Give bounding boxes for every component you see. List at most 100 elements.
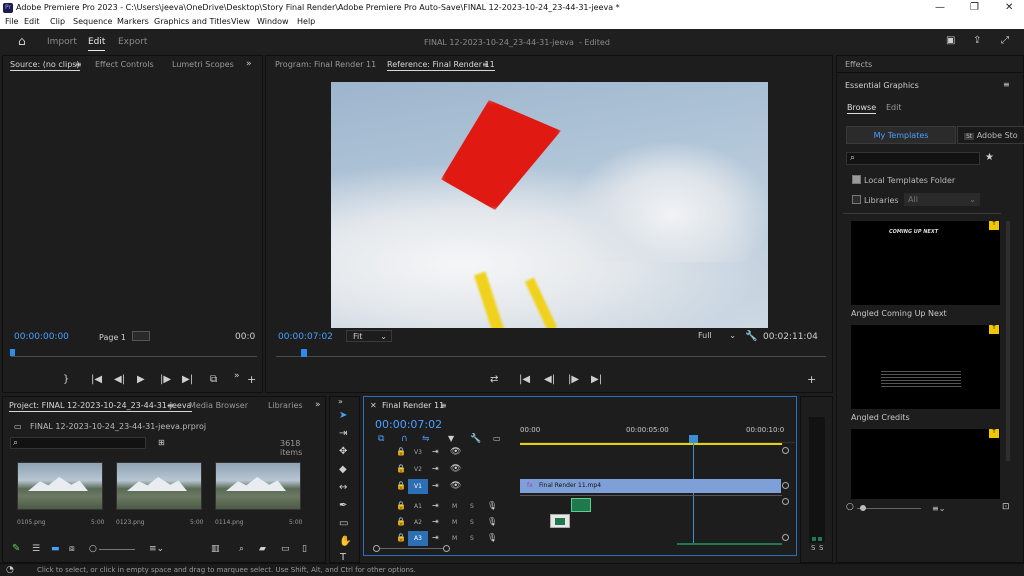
audio-clip-bar[interactable] <box>677 543 782 545</box>
clip-thumbnail[interactable] <box>116 462 202 510</box>
workspace-icon[interactable]: ▣ <box>946 36 955 46</box>
sync-lock-icon[interactable]: ⇥ <box>432 501 439 511</box>
insert-icon[interactable]: ⧉ <box>210 375 217 385</box>
zoom-slider[interactable] <box>99 549 135 550</box>
lock-icon[interactable]: 🔒 <box>396 533 406 543</box>
tab-source[interactable]: Source: (no clips) <box>10 60 80 71</box>
template-thumb-third[interactable] <box>851 429 1000 499</box>
minimize-icon[interactable]: — <box>935 2 945 13</box>
mute-button[interactable]: M <box>452 503 457 510</box>
trim-icon[interactable]: ⇄ <box>490 375 498 385</box>
menu-edit[interactable]: Edit <box>24 17 40 26</box>
home-icon[interactable]: ⌂ <box>18 35 26 47</box>
step-back-icon[interactable]: ◀| <box>114 375 125 385</box>
timeline-playhead[interactable] <box>689 435 698 443</box>
new-item-icon[interactable]: ▭ <box>281 544 290 554</box>
selection-tool-icon[interactable]: ➤ <box>339 411 347 421</box>
tab-reference[interactable]: Reference: Final Render 11 <box>387 60 495 71</box>
eye-icon[interactable]: 👁 <box>450 464 461 474</box>
icon-view-icon[interactable]: ▬ <box>51 544 60 554</box>
favorite-star-icon[interactable]: ★ <box>985 153 994 163</box>
template-thumb-coming-up-next[interactable]: COMING UP NEXT <box>851 221 1000 305</box>
lock-icon[interactable]: 🔒 <box>396 517 406 527</box>
tab-browse[interactable]: Browse <box>847 103 877 114</box>
sync-lock-icon[interactable]: ⇥ <box>432 447 439 457</box>
track-scroll-handle[interactable] <box>782 482 789 489</box>
fullscreen-icon[interactable]: ⤢ <box>1001 36 1009 46</box>
project-search-input[interactable] <box>10 437 146 449</box>
tab-project[interactable]: Project: FINAL 12-2023-10-24_23-44-31-je… <box>9 401 192 412</box>
panel-menu-icon[interactable]: ≡ <box>440 401 447 411</box>
drag-clip-ghost-2[interactable] <box>550 514 570 528</box>
automate-icon[interactable]: ▥ <box>211 544 220 554</box>
lock-icon[interactable]: 🔒 <box>396 464 406 474</box>
clip-thumbnail[interactable] <box>17 462 103 510</box>
zoom-out-icon[interactable]: ○ <box>846 502 854 512</box>
add-button-icon[interactable]: + <box>247 374 256 385</box>
add-marker-icon[interactable]: ▼ <box>448 434 454 444</box>
pen-icon[interactable]: ✒ <box>339 501 347 511</box>
mic-icon[interactable]: 🎙 <box>487 517 497 527</box>
timeline-settings-icon[interactable]: 🔧 <box>470 434 481 444</box>
mark-out-icon[interactable]: } <box>63 375 69 385</box>
zoom-scroll-handle[interactable] <box>373 545 380 552</box>
menu-view[interactable]: View <box>231 17 250 26</box>
tab-media-browser[interactable]: Media Browser <box>189 401 248 410</box>
captions-icon[interactable]: ▭ <box>493 434 501 444</box>
solo-button[interactable]: S <box>470 503 474 510</box>
pencil-icon[interactable]: ✎ <box>12 544 20 554</box>
track-select-icon[interactable]: ⇥ <box>339 429 347 439</box>
panel-menu-icon[interactable]: ≡ <box>75 60 82 70</box>
slip-tool-icon[interactable]: ↔ <box>339 483 347 493</box>
sync-lock-icon[interactable]: ⇥ <box>432 517 439 527</box>
lock-icon[interactable]: 🔒 <box>396 501 406 511</box>
menu-sequence[interactable]: Sequence <box>73 17 112 26</box>
sort-icon[interactable]: ≡⌄ <box>149 544 164 554</box>
new-bin-icon[interactable]: ⊞ <box>158 438 165 448</box>
type-tool-icon[interactable]: T <box>340 553 346 563</box>
program-playhead[interactable] <box>301 349 307 357</box>
menu-file[interactable]: File <box>5 17 18 26</box>
ripple-edit-icon[interactable]: ✥ <box>339 447 347 457</box>
tab-effects[interactable]: Effects <box>845 60 872 69</box>
menu-markers[interactable]: Markers <box>117 17 149 26</box>
sync-lock-icon[interactable]: ⇥ <box>432 464 439 474</box>
tab-libraries[interactable]: Libraries <box>268 401 303 410</box>
source-timecode[interactable]: 00:00:00:00 <box>14 332 69 342</box>
menu-window[interactable]: Window <box>257 17 289 26</box>
step-back-icon[interactable]: ◀| <box>544 375 555 385</box>
sync-lock-icon[interactable]: ⇥ <box>432 533 439 543</box>
sort-icon[interactable]: ≡⌄ <box>932 504 945 514</box>
menu-help[interactable]: Help <box>297 17 315 26</box>
snap-icon[interactable]: ∩ <box>401 434 408 444</box>
drag-clip-ghost[interactable] <box>571 498 591 512</box>
video-clip[interactable]: fx Final Render 11.mp4 <box>520 479 781 493</box>
lock-icon[interactable]: 🔒 <box>396 447 406 457</box>
tab-edit[interactable]: Edit <box>886 103 902 112</box>
mode-edit[interactable]: Edit <box>88 37 105 47</box>
close-icon[interactable]: ✕ <box>1005 2 1013 13</box>
share-icon[interactable]: ⇪ <box>973 36 981 46</box>
video-frame[interactable] <box>331 82 768 328</box>
new-template-icon[interactable]: ⊡ <box>1002 502 1010 512</box>
libraries-checkbox[interactable] <box>852 195 861 204</box>
step-forward-icon[interactable]: |▶ <box>568 375 579 385</box>
mic-icon[interactable]: 🎙 <box>487 501 497 511</box>
program-timecode[interactable]: 00:00:07:02 <box>278 332 333 342</box>
source-page[interactable]: Page 1 <box>99 333 126 342</box>
playback-quality-select[interactable]: Full ⌄ <box>694 330 738 342</box>
source-page-stepper[interactable] <box>132 331 150 341</box>
panel-menu-icon[interactable]: ≡ <box>167 401 174 411</box>
mute-button[interactable]: M <box>452 535 457 542</box>
go-to-out-icon[interactable]: ▶| <box>591 375 602 385</box>
mode-import[interactable]: Import <box>47 37 77 47</box>
tab-program[interactable]: Program: Final Render 11 <box>275 60 376 69</box>
libraries-select[interactable]: All ⌄ <box>904 193 980 206</box>
template-thumb-angled-credits[interactable] <box>851 325 1000 409</box>
zoom-scroll-handle[interactable] <box>443 545 450 552</box>
mic-icon[interactable]: 🎙 <box>487 533 497 543</box>
menu-graphics-titles[interactable]: Graphics and Titles <box>154 17 231 26</box>
sync-lock-icon[interactable]: ⇥ <box>432 481 439 491</box>
wrench-icon[interactable]: 🔧 <box>745 332 757 342</box>
solo-button[interactable]: S <box>470 535 474 542</box>
